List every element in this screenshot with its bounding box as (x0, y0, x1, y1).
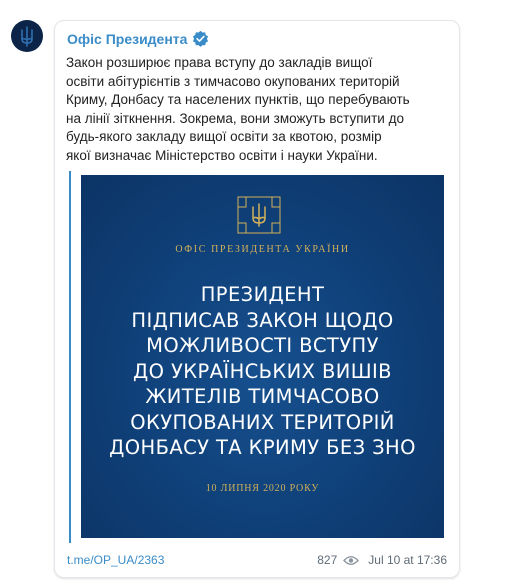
channel-name[interactable]: Офіс Президента (67, 31, 187, 47)
view-count: 827 (317, 553, 338, 567)
message-card: Офіс Президента Закон розширює права вст… (54, 20, 460, 578)
message-header: Офіс Президента (67, 30, 209, 47)
office-label: ОФІС ПРЕЗИДЕНТА УКРАЇНИ (175, 244, 350, 255)
channel-avatar[interactable] (11, 20, 43, 52)
message-footer: t.me/OP_UA/2363 827 Jul 10 at 17:36 (67, 553, 447, 567)
source-link[interactable]: t.me/OP_UA/2363 (67, 553, 164, 567)
banner-date: 10 ЛИПНЯ 2020 РОКУ (205, 483, 320, 494)
image-embed: ОФІС ПРЕЗИДЕНТА УКРАЇНИ ПРЕЗИДЕНТ ПІДПИС… (69, 171, 447, 543)
trident-emblem-icon (237, 196, 281, 234)
trident-emblem-icon (21, 26, 33, 47)
message-text: Закон розширює права вступу до закладів … (66, 55, 410, 163)
verified-badge-icon (193, 30, 209, 47)
timestamp: Jul 10 at 17:36 (368, 553, 447, 567)
announcement-image[interactable]: ОФІС ПРЕЗИДЕНТА УКРАЇНИ ПРЕЗИДЕНТ ПІДПИС… (81, 175, 444, 538)
banner-headline: ПРЕЗИДЕНТ ПІДПИСАВ ЗАКОН ЩОДО МОЖЛИВОСТІ… (109, 283, 416, 459)
eye-icon (343, 555, 360, 565)
